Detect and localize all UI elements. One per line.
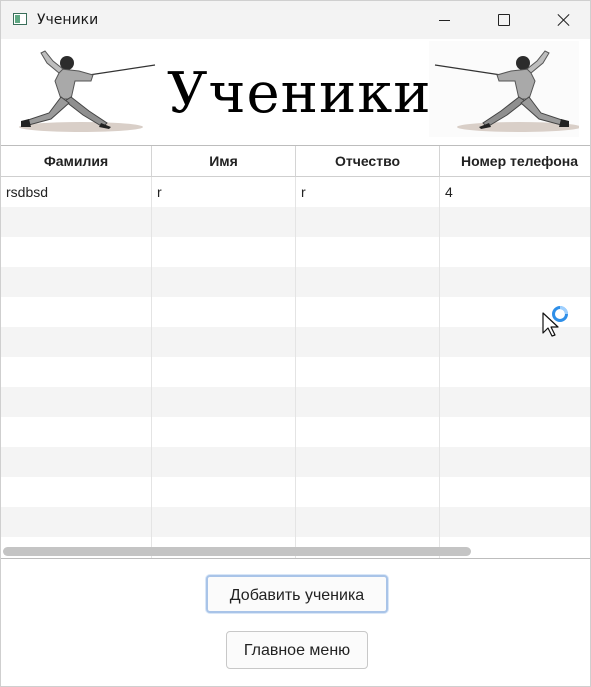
window-title: Ученики xyxy=(37,12,99,28)
column-header-lastname[interactable]: Фамилия xyxy=(1,146,152,177)
cell-empty xyxy=(152,387,296,417)
cell-empty xyxy=(440,387,590,417)
table-row-empty[interactable] xyxy=(1,297,590,327)
cell-empty xyxy=(296,297,440,327)
cell-empty xyxy=(296,327,440,357)
minimize-button[interactable] xyxy=(421,1,467,39)
cell-empty xyxy=(152,417,296,447)
cell-phone[interactable]: 4 xyxy=(440,177,590,207)
app-window: Ученики Ученики Фамилия Имя Отчество Ном… xyxy=(0,0,591,687)
title-bar[interactable]: Ученики xyxy=(1,1,590,39)
main-menu-button[interactable]: Главное меню xyxy=(226,631,368,669)
cell-empty xyxy=(1,207,152,237)
table-row-empty[interactable] xyxy=(1,477,590,507)
table-row-empty[interactable] xyxy=(1,267,590,297)
cell-empty xyxy=(440,507,590,537)
add-student-button[interactable]: Добавить ученика xyxy=(206,575,388,613)
cell-empty xyxy=(152,237,296,267)
cell-empty xyxy=(296,387,440,417)
cell-empty xyxy=(152,507,296,537)
cell-empty xyxy=(296,207,440,237)
horizontal-scrollbar[interactable] xyxy=(3,547,471,556)
maximize-button[interactable] xyxy=(481,1,527,39)
cell-empty xyxy=(440,267,590,297)
cell-empty xyxy=(1,477,152,507)
table-row-empty[interactable] xyxy=(1,237,590,267)
cell-empty xyxy=(152,267,296,297)
cell-firstname[interactable]: r xyxy=(152,177,296,207)
close-icon xyxy=(557,13,571,27)
cell-empty xyxy=(1,357,152,387)
table-row-empty[interactable] xyxy=(1,447,590,477)
cell-empty xyxy=(1,297,152,327)
cell-empty xyxy=(1,267,152,297)
table-row-empty[interactable] xyxy=(1,207,590,237)
cell-empty xyxy=(440,477,590,507)
cell-empty xyxy=(440,447,590,477)
banner-title: Ученики xyxy=(167,59,431,129)
cell-empty xyxy=(1,507,152,537)
cell-empty xyxy=(152,297,296,327)
header-banner: Ученики xyxy=(1,39,590,141)
table-row-empty[interactable] xyxy=(1,387,590,417)
cell-empty xyxy=(296,447,440,477)
table-row-empty[interactable] xyxy=(1,357,590,387)
cell-empty xyxy=(296,357,440,387)
table-row-empty[interactable] xyxy=(1,507,590,537)
cell-empty xyxy=(296,477,440,507)
cell-patronymic[interactable]: r xyxy=(296,177,440,207)
maximize-icon xyxy=(498,14,510,26)
close-button[interactable] xyxy=(541,1,587,39)
table-row-empty[interactable] xyxy=(1,417,590,447)
cell-empty xyxy=(152,207,296,237)
cell-empty xyxy=(152,447,296,477)
cell-empty xyxy=(152,477,296,507)
cell-lastname[interactable]: rsdbsd xyxy=(1,177,152,207)
fencer-right-image xyxy=(429,41,579,137)
cell-empty xyxy=(152,357,296,387)
cell-empty xyxy=(152,327,296,357)
cell-empty xyxy=(1,447,152,477)
cell-empty xyxy=(1,327,152,357)
app-icon xyxy=(13,13,27,25)
column-header-phone[interactable]: Номер телефона xyxy=(440,146,590,177)
cell-empty xyxy=(296,417,440,447)
cell-empty xyxy=(440,357,590,387)
cell-empty xyxy=(1,417,152,447)
cell-empty xyxy=(440,417,590,447)
column-header-patronymic[interactable]: Отчество xyxy=(296,146,440,177)
cell-empty xyxy=(1,237,152,267)
cell-empty xyxy=(440,207,590,237)
students-table[interactable]: Фамилия Имя Отчество Номер телефона rsdb… xyxy=(1,145,590,559)
minimize-icon xyxy=(438,19,450,21)
fencer-left-image xyxy=(11,41,161,137)
table-header: Фамилия Имя Отчество Номер телефона xyxy=(1,146,590,177)
cell-empty xyxy=(1,387,152,417)
cell-empty xyxy=(440,237,590,267)
cell-empty xyxy=(296,267,440,297)
busy-cursor-icon xyxy=(542,306,568,337)
table-row[interactable]: rsdbsd r r 4 xyxy=(1,177,590,207)
column-header-firstname[interactable]: Имя xyxy=(152,146,296,177)
cell-empty xyxy=(296,237,440,267)
cell-empty xyxy=(296,507,440,537)
table-row-empty[interactable] xyxy=(1,327,590,357)
